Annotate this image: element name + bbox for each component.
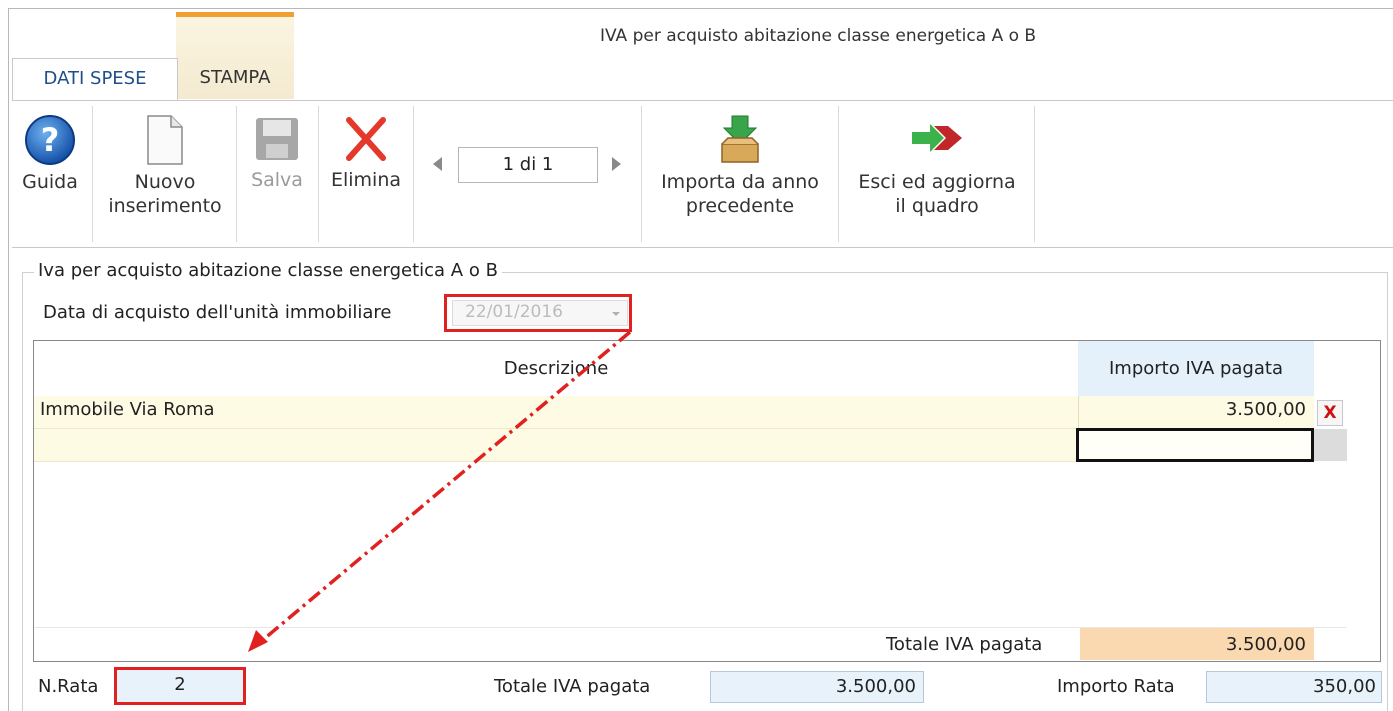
annotation-arrow	[248, 330, 632, 652]
